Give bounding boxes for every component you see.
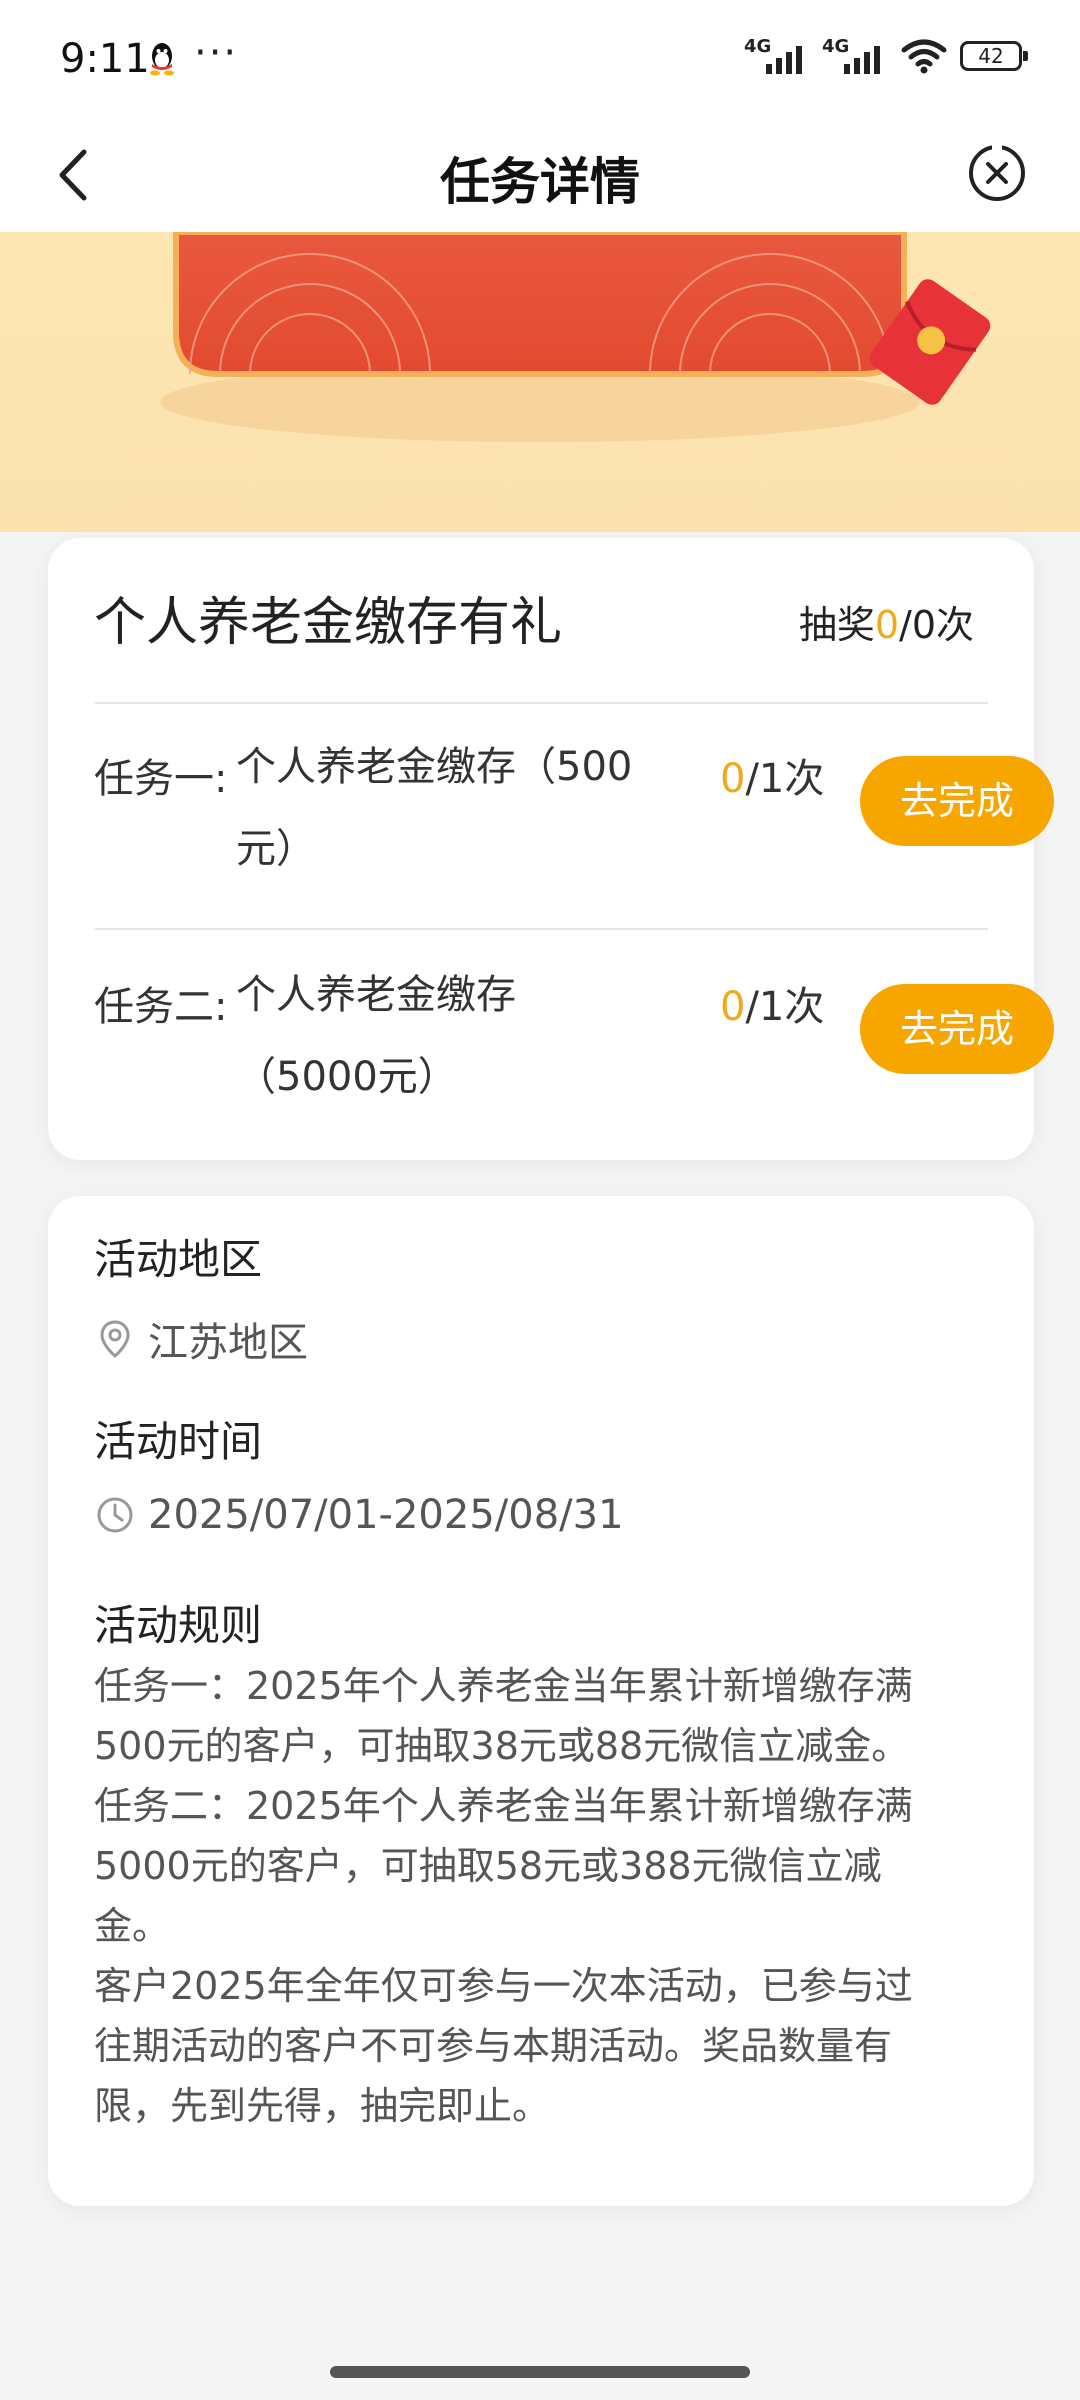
complete-task-button[interactable]: 去完成	[860, 756, 1054, 846]
home-indicator[interactable]	[330, 2366, 750, 2378]
time-row: 2025/07/01-2025/08/31	[94, 1492, 624, 1538]
battery-icon: 42	[960, 41, 1028, 71]
activity-info-card: 活动地区 江苏地区 活动时间 2025/07/01-2025/08/31 活动规…	[48, 1196, 1034, 2206]
more-notifications-icon: ···	[194, 30, 239, 76]
activity-banner	[0, 232, 1080, 532]
region-title: 活动地区	[94, 1235, 263, 1284]
qq-notification-icon	[150, 43, 174, 76]
task-card: 个人养老金缴存有礼 抽奖0/0次 任务一: 个人养老金缴存（500元） 0/1次…	[48, 538, 1054, 1160]
region-row: 江苏地区	[94, 1310, 308, 1368]
signal-icon-2: 4G	[822, 36, 888, 76]
rule-item: 任务二：2025年个人养老金当年累计新增缴存满5000元的客户，可抽取58元或3…	[94, 1784, 913, 1948]
wifi-icon	[901, 39, 947, 74]
time-value: 2025/07/01-2025/08/31	[148, 1492, 624, 1538]
time-title: 活动时间	[94, 1417, 263, 1466]
rules-title: 活动规则	[94, 1601, 263, 1650]
activity-title: 个人养老金缴存有礼	[94, 593, 563, 653]
task-label: 任务一:	[94, 756, 228, 802]
page-title: 任务详情	[440, 153, 640, 211]
nav-bar: 任务详情	[0, 120, 1080, 232]
rules-text: 任务一：2025年个人养老金当年累计新增缴存满500元的客户，可抽取38元或88…	[94, 1656, 934, 2136]
rule-item: 客户2025年全年仅可参与一次本活动，已参与过往期活动的客户不可参与本期活动。奖…	[94, 1964, 913, 2128]
banner-illustration	[160, 232, 991, 442]
task-row-2: 任务二: 个人养老金缴存（5000元） 0/1次 去完成	[94, 972, 1054, 1134]
status-bar: 9:11 ··· 4G 4G 42	[0, 0, 1080, 120]
clock-icon	[97, 1497, 133, 1533]
complete-task-button[interactable]: 去完成	[860, 984, 1054, 1074]
task-progress: 0/1次	[720, 756, 825, 802]
rule-item: 任务一：2025年个人养老金当年累计新增缴存满500元的客户，可抽取38元或88…	[94, 1664, 913, 1768]
close-icon[interactable]	[966, 142, 1028, 204]
divider	[94, 702, 988, 704]
region-value: 江苏地区	[148, 1320, 308, 1366]
location-pin-icon	[100, 1320, 130, 1358]
status-time: 9:11	[60, 36, 150, 82]
divider	[94, 928, 988, 930]
task-desc: 个人养老金缴存（5000元）	[236, 972, 516, 1100]
draw-count: 抽奖0/0次	[798, 603, 974, 647]
task-row-1: 任务一: 个人养老金缴存（500元） 0/1次 去完成	[94, 744, 1054, 906]
task-progress: 0/1次	[720, 984, 825, 1030]
task-label: 任务二:	[94, 984, 228, 1030]
task-desc: 个人养老金缴存（500元）	[236, 744, 633, 872]
signal-icon: 4G	[744, 36, 810, 76]
